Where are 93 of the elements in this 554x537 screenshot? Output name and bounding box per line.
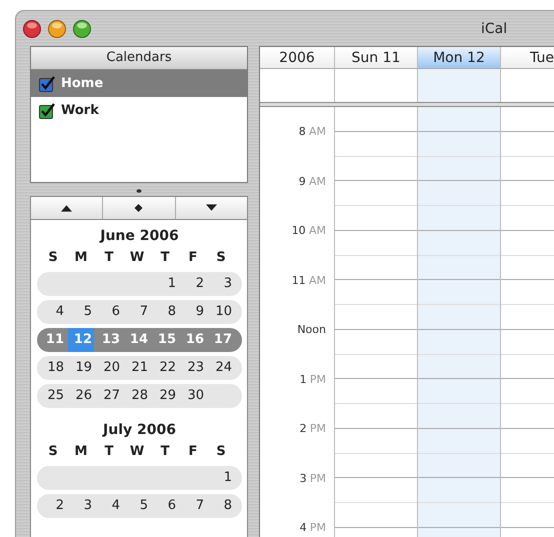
weekday-label: M — [74, 250, 88, 264]
calendar-item[interactable]: Home — [31, 70, 247, 97]
day-number[interactable]: 11 — [40, 328, 66, 352]
week-row[interactable]: 25 26 27 28 29 30 — [37, 384, 242, 408]
day-number[interactable]: 21 — [124, 356, 150, 380]
splitter-handle-icon[interactable] — [136, 189, 142, 193]
zoom-icon[interactable] — [73, 20, 91, 38]
day-number[interactable]: 7 — [124, 300, 150, 324]
time-slot[interactable] — [418, 107, 501, 156]
weekday-label: F — [188, 250, 198, 264]
day-number[interactable]: 16 — [180, 328, 206, 352]
day-number[interactable]: 30 — [180, 384, 206, 408]
day-number[interactable]: 14 — [124, 328, 150, 352]
year-header: 2006 — [260, 47, 335, 69]
day-number[interactable]: 7 — [180, 494, 206, 518]
weekday-label: W — [128, 250, 146, 264]
month-title: June 2006 — [98, 228, 180, 246]
minimize-icon[interactable] — [48, 20, 66, 38]
weekday-label: T — [160, 250, 170, 264]
day-number[interactable]: 2 — [180, 272, 206, 296]
day-number[interactable]: 24 — [208, 356, 234, 380]
month-title: July 2006 — [101, 422, 177, 440]
day-number[interactable]: 17 — [208, 328, 234, 352]
day-number[interactable]: 25 — [40, 384, 66, 408]
weekday-label: S — [47, 250, 59, 264]
day-number[interactable]: 5 — [124, 494, 150, 518]
day-number[interactable]: 1 — [208, 466, 234, 490]
day-number[interactable]: 15 — [152, 328, 178, 352]
time-slot[interactable] — [418, 156, 501, 206]
week-row[interactable]: 2 3 4 5 6 7 8 — [37, 494, 242, 518]
day-number[interactable]: 20 — [96, 356, 122, 380]
week-row[interactable]: 18 19 20 21 22 23 24 — [37, 356, 242, 380]
day-number[interactable]: 4 — [96, 494, 122, 518]
time-label: Noon — [297, 323, 326, 336]
day-number[interactable]: 10 — [208, 300, 234, 324]
time-label: 10 AM — [292, 224, 326, 238]
time-label: 1 PM — [300, 372, 326, 386]
weekday-label: W — [128, 444, 146, 458]
calendar-item[interactable]: Work — [31, 97, 247, 124]
time-slot[interactable] — [418, 305, 501, 354]
day-number[interactable]: 23 — [180, 356, 206, 380]
week-row[interactable]: 4 5 6 7 8 9 10 — [37, 300, 242, 324]
day-number[interactable]: 8 — [152, 300, 178, 324]
day-header[interactable]: Mon 12 — [418, 47, 501, 69]
down-triangle-icon — [206, 204, 217, 212]
time-label: 3 PM — [300, 472, 326, 485]
week-row[interactable]: 1 2 3 — [37, 272, 242, 296]
time-slot[interactable] — [418, 404, 501, 454]
weekday-label: S — [47, 444, 59, 458]
day-number[interactable]: 2 — [40, 494, 66, 518]
day-number[interactable]: 1 — [152, 272, 178, 296]
weekday-label: S — [215, 250, 227, 264]
time-label: 8 AM — [298, 125, 326, 138]
time-slot[interactable] — [418, 206, 501, 256]
window-title: iCal — [481, 20, 508, 36]
day-number[interactable]: 22 — [152, 356, 178, 380]
day-number[interactable]: 6 — [96, 300, 122, 324]
time-slot[interactable] — [418, 454, 501, 503]
weekday-label: T — [104, 250, 114, 264]
weekday-label: M — [74, 444, 88, 458]
day-number[interactable]: 8 — [208, 494, 234, 518]
day-number[interactable]: 6 — [152, 494, 178, 518]
day-number[interactable]: 29 — [152, 384, 178, 408]
time-label: 11 AM — [292, 274, 326, 287]
week-row[interactable]: 1 — [37, 466, 242, 490]
day-number[interactable]: 3 — [208, 272, 234, 296]
week-row[interactable]: 11 12 13 14 15 16 17 — [37, 328, 242, 352]
previous-button[interactable] — [31, 197, 104, 219]
time-slot[interactable] — [418, 354, 501, 404]
time-label: 9 AM — [298, 174, 326, 188]
next-button[interactable] — [176, 197, 247, 219]
column-header: Calendars — [31, 47, 247, 70]
day-number[interactable]: 27 — [96, 384, 122, 408]
day-number[interactable]: 9 — [180, 300, 206, 324]
day-number[interactable]: 28 — [124, 384, 150, 408]
day-number[interactable]: 3 — [68, 494, 94, 518]
up-triangle-icon — [61, 204, 72, 212]
day-number[interactable]: 13 — [96, 328, 122, 352]
close-icon[interactable] — [23, 20, 41, 38]
weekday-label: F — [188, 444, 198, 458]
weekday-label: S — [215, 444, 227, 458]
diamond-icon — [133, 204, 144, 212]
weekday-label: T — [160, 444, 170, 458]
day-number[interactable]: 4 — [40, 300, 66, 324]
time-label: 4 PM — [300, 521, 326, 534]
day-number[interactable]: 5 — [68, 300, 94, 324]
day-header[interactable]: Sun 11 — [335, 47, 418, 69]
day-number[interactable]: 19 — [68, 356, 94, 380]
weekday-label: T — [104, 444, 114, 458]
day-number[interactable]: 26 — [68, 384, 94, 408]
time-slot[interactable] — [418, 256, 501, 305]
day-number[interactable]: 18 — [40, 356, 66, 380]
time-label: 2 PM — [300, 422, 326, 436]
